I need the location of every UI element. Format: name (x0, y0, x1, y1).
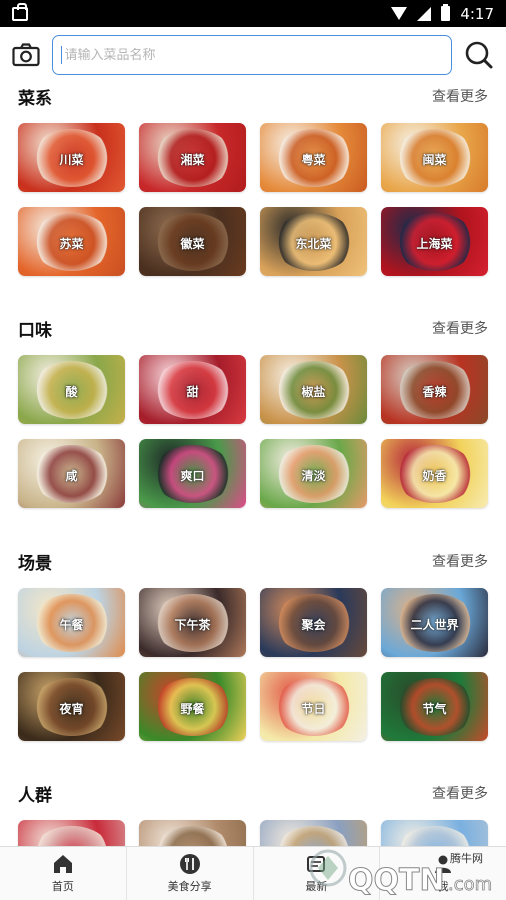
signal-icon (417, 6, 432, 21)
shopping-bag-icon (12, 2, 28, 21)
dish-grid: 午餐 下午茶 聚会 二人世界夜宵 野餐 节日 节气 (18, 588, 488, 741)
dish-tile[interactable]: 奶香 (381, 439, 488, 508)
see-more-link[interactable]: 查看更多 (432, 318, 488, 338)
search-icon[interactable] (464, 40, 494, 70)
wifi-icon (391, 7, 408, 20)
section-title: 场景 (18, 553, 52, 574)
dish-label: 徽菜 (180, 236, 205, 251)
dish-label: 香辣 (422, 384, 447, 399)
dish-label: 甜 (186, 384, 199, 399)
dish-tile[interactable]: 椒盐 (260, 355, 367, 424)
dish-label: 清淡 (301, 468, 326, 483)
search-field[interactable] (52, 35, 452, 75)
dish-grid: 酸 甜 椒盐 香辣咸 爽口 清淡 奶香 (18, 355, 488, 508)
tab-3[interactable]: 我 (380, 847, 506, 900)
dish-label: 苏菜 (59, 236, 84, 251)
search-bar (0, 27, 506, 83)
tab-0[interactable]: 首页 (0, 847, 127, 900)
see-more-link[interactable]: 查看更多 (432, 783, 488, 803)
dish-grid: 川菜 湘菜 粤菜 闽菜苏菜 徽菜 东北菜 上海菜 (18, 123, 488, 276)
dish-label: 二人世界 (410, 617, 459, 632)
dish-label: 椒盐 (301, 384, 326, 399)
dish-label: 奶香 (422, 468, 447, 483)
dish-tile[interactable]: 东北菜 (260, 207, 367, 276)
dish-label: 闽菜 (422, 152, 447, 167)
search-input[interactable] (64, 47, 451, 63)
dish-tile[interactable]: 酸 (18, 355, 125, 424)
dish-tile[interactable]: 湘菜 (139, 123, 246, 192)
dish-label: 下午茶 (174, 617, 211, 632)
dish-tile[interactable]: 徽菜 (139, 207, 246, 276)
home-icon (52, 853, 74, 875)
dish-tile[interactable]: 粤菜 (260, 123, 367, 192)
dish-tile[interactable]: 川菜 (18, 123, 125, 192)
section-0: 菜系 查看更多 川菜 湘菜 粤菜 闽菜苏菜 徽菜 东北菜 上海菜 (0, 81, 506, 276)
dish-label: 午餐 (59, 617, 84, 632)
dish-label: 川菜 (59, 152, 84, 167)
section-header: 场景 查看更多 (18, 546, 488, 576)
dish-label: 野餐 (180, 701, 205, 716)
dish-tile[interactable]: 野餐 (139, 672, 246, 741)
dish-label: 酸 (65, 384, 78, 399)
tab-label: 美食分享 (167, 880, 212, 893)
dish-label: 夜宵 (59, 701, 84, 716)
dish-tile[interactable]: 香辣 (381, 355, 488, 424)
camera-icon[interactable] (12, 43, 40, 67)
section-title: 人群 (18, 785, 52, 806)
person-icon (432, 853, 454, 875)
bottom-tab-bar: 首页 美食分享 最新 我 (0, 846, 506, 900)
dish-tile[interactable]: 上海菜 (381, 207, 488, 276)
dish-tile[interactable]: 节气 (381, 672, 488, 741)
section-title: 口味 (18, 320, 52, 341)
utensils-icon (179, 853, 201, 875)
status-bar: 4:17 (0, 0, 506, 27)
status-time: 4:17 (460, 4, 494, 23)
dish-label: 湘菜 (180, 152, 205, 167)
tab-label: 首页 (51, 880, 74, 893)
dish-label: 聚会 (301, 617, 326, 632)
new-icon (305, 853, 327, 875)
section-header: 菜系 查看更多 (18, 81, 488, 111)
dish-tile[interactable]: 爽口 (139, 439, 246, 508)
section-1: 口味 查看更多 酸 甜 椒盐 香辣咸 爽口 清淡 奶香 (0, 313, 506, 508)
see-more-link[interactable]: 查看更多 (432, 551, 488, 571)
dish-tile[interactable]: 咸 (18, 439, 125, 508)
battery-icon (441, 4, 451, 21)
tab-2[interactable]: 最新 (254, 847, 381, 900)
dish-tile[interactable]: 夜宵 (18, 672, 125, 741)
section-header: 口味 查看更多 (18, 313, 488, 343)
dish-label: 上海菜 (416, 236, 453, 251)
dish-label: 节气 (422, 701, 447, 716)
see-more-link[interactable]: 查看更多 (432, 86, 488, 106)
dish-tile[interactable]: 二人世界 (381, 588, 488, 657)
text-caret (61, 46, 63, 64)
tab-label: 我 (437, 880, 449, 893)
dish-label: 粤菜 (301, 152, 326, 167)
section-2: 场景 查看更多 午餐 下午茶 聚会 二人世界夜宵 野餐 节日 节气 (0, 546, 506, 741)
section-title: 菜系 (18, 88, 52, 109)
dish-tile[interactable]: 聚会 (260, 588, 367, 657)
dish-tile[interactable]: 午餐 (18, 588, 125, 657)
dish-label: 爽口 (180, 468, 205, 483)
dish-tile[interactable]: 清淡 (260, 439, 367, 508)
dish-label: 东北菜 (295, 236, 332, 251)
section-header: 人群 查看更多 (18, 778, 488, 808)
tab-label: 最新 (305, 880, 328, 893)
dish-label: 节日 (301, 701, 326, 716)
dish-tile[interactable]: 甜 (139, 355, 246, 424)
dish-tile[interactable]: 节日 (260, 672, 367, 741)
dish-tile[interactable]: 下午茶 (139, 588, 246, 657)
dish-tile[interactable]: 苏菜 (18, 207, 125, 276)
dish-label: 咸 (65, 468, 78, 483)
tab-1[interactable]: 美食分享 (127, 847, 254, 900)
dish-tile[interactable]: 闽菜 (381, 123, 488, 192)
